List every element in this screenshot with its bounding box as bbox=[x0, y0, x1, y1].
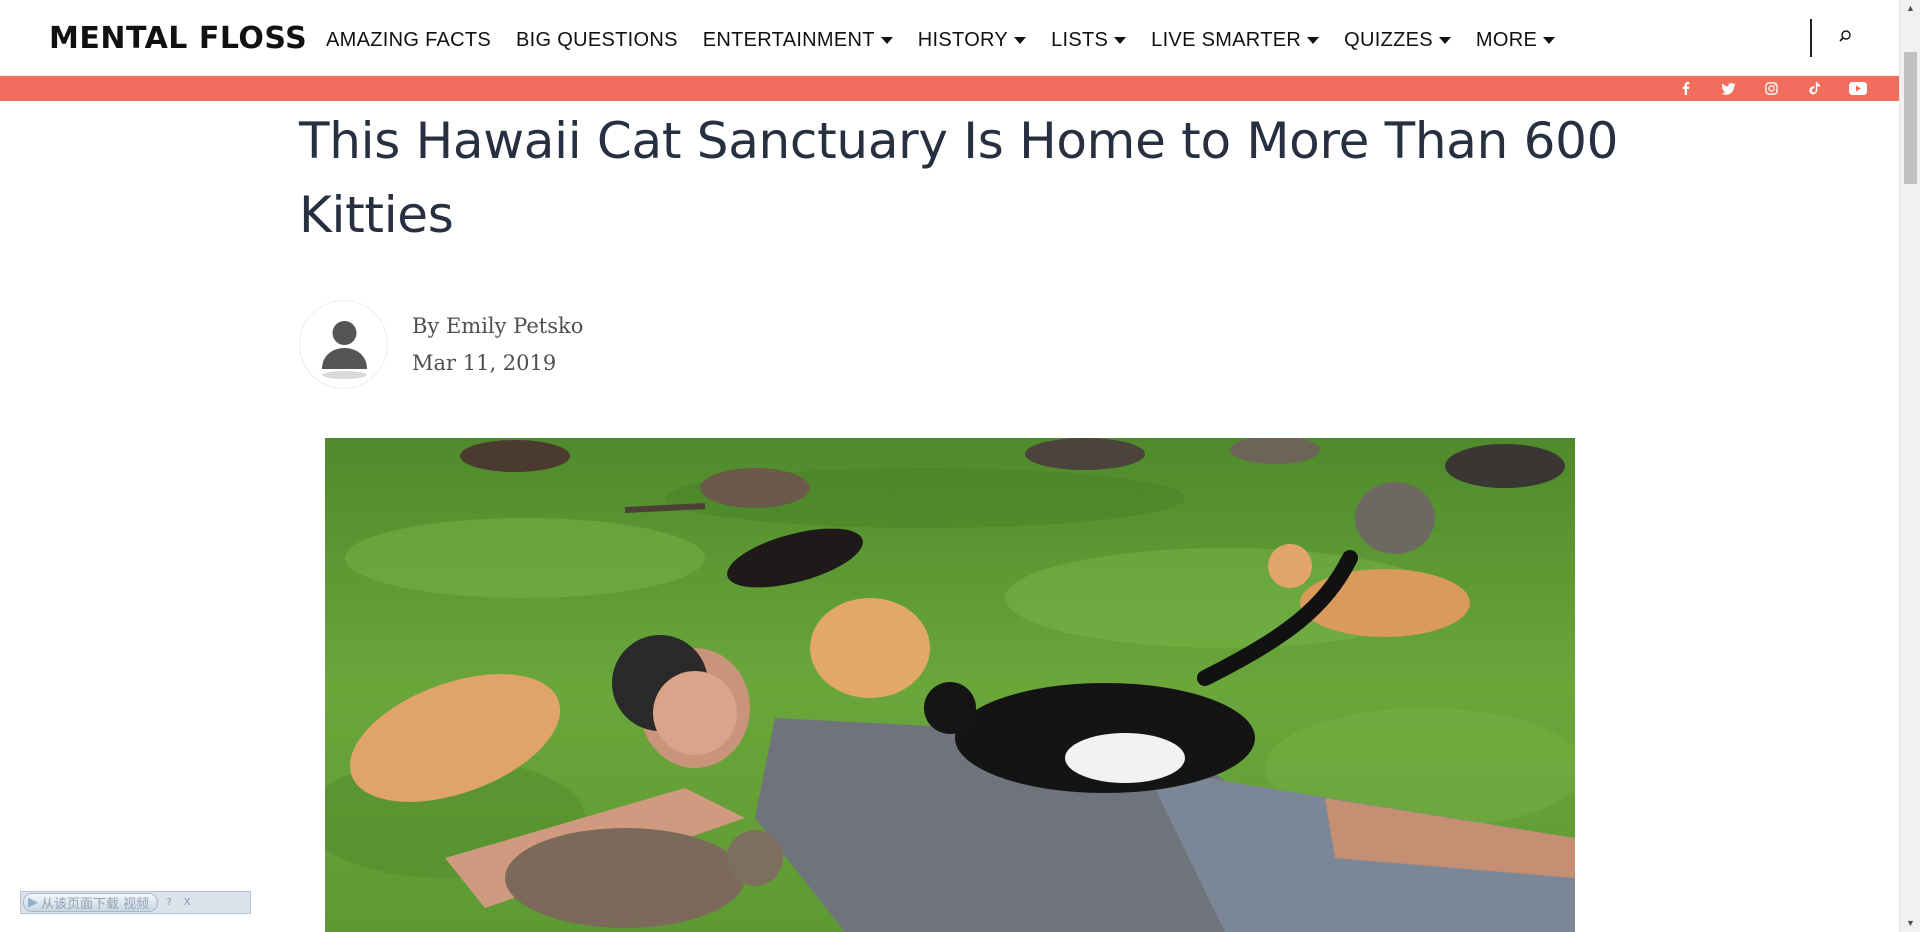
nav-item-entertainment[interactable]: ENTERTAINMENT bbox=[703, 29, 893, 52]
nav-item-quizzes[interactable]: QUIZZES bbox=[1344, 29, 1451, 52]
article-title: This Hawaii Cat Sanctuary Is Home to Mor… bbox=[299, 112, 1619, 244]
main-nav: AMAZING FACTS BIG QUESTIONS ENTERTAINMEN… bbox=[326, 25, 1580, 55]
play-icon: ▶ bbox=[28, 895, 38, 910]
nav-item-label: LIVE SMARTER bbox=[1151, 28, 1302, 51]
social-links bbox=[1664, 79, 1879, 98]
scroll-thumb[interactable] bbox=[1904, 52, 1917, 184]
site-header: MENTAL FLOSS AMAZING FACTS BIG QUESTIONS… bbox=[0, 0, 1899, 76]
caret-down-icon bbox=[1014, 37, 1027, 44]
video-download-bar: ▶ 从该页面下载 视频 ? X bbox=[20, 891, 251, 914]
article-byline[interactable]: By Emily Petsko bbox=[412, 311, 583, 341]
page-scrollbar[interactable]: ▲ ▼ bbox=[1899, 0, 1920, 932]
nav-item-live-smarter[interactable]: LIVE SMARTER bbox=[1151, 28, 1320, 52]
twitter-icon[interactable] bbox=[1707, 79, 1750, 98]
nav-item-label: BIG QUESTIONS bbox=[516, 28, 678, 51]
nav-item-label: QUIZZES bbox=[1344, 28, 1433, 51]
scroll-up-arrow-icon[interactable]: ▲ bbox=[1900, 0, 1920, 17]
instagram-icon[interactable] bbox=[1750, 79, 1793, 98]
caret-down-icon bbox=[1438, 37, 1451, 44]
nav-item-label: HISTORY bbox=[917, 28, 1009, 51]
tiktok-icon[interactable] bbox=[1793, 79, 1836, 98]
caret-down-icon bbox=[1307, 37, 1320, 44]
author-avatar[interactable] bbox=[299, 300, 388, 389]
nav-item-amazing-facts[interactable]: AMAZING FACTS bbox=[326, 29, 491, 52]
social-bar bbox=[0, 76, 1899, 101]
nav-item-big-questions[interactable]: BIG QUESTIONS bbox=[516, 29, 678, 52]
nav-item-history[interactable]: HISTORY bbox=[917, 28, 1027, 52]
caret-down-icon bbox=[1114, 37, 1127, 44]
nav-item-label: LISTS bbox=[1051, 28, 1109, 51]
hero-image bbox=[325, 438, 1575, 932]
nav-item-label: MORE bbox=[1475, 28, 1538, 51]
youtube-icon[interactable] bbox=[1836, 79, 1879, 98]
nav-divider bbox=[1810, 19, 1812, 57]
caret-down-icon bbox=[880, 37, 893, 44]
site-logo[interactable]: MENTAL FLOSS bbox=[49, 20, 307, 58]
nav-item-lists[interactable]: LISTS bbox=[1051, 28, 1127, 52]
nav-item-label: AMAZING FACTS bbox=[326, 28, 492, 51]
scroll-down-arrow-icon[interactable]: ▼ bbox=[1900, 915, 1920, 932]
nav-item-label: ENTERTAINMENT bbox=[702, 28, 875, 51]
article-date: Mar 11, 2019 bbox=[412, 351, 557, 375]
search-icon[interactable] bbox=[1835, 28, 1855, 48]
download-video-button[interactable]: ▶ 从该页面下载 视频 bbox=[23, 893, 159, 912]
close-icon[interactable]: X bbox=[180, 896, 194, 910]
facebook-icon[interactable] bbox=[1664, 79, 1707, 98]
download-video-label: 从该页面下载 视频 bbox=[41, 897, 150, 912]
help-icon[interactable]: ? bbox=[162, 896, 176, 910]
caret-down-icon bbox=[1543, 37, 1556, 44]
nav-item-more[interactable]: MORE bbox=[1475, 28, 1556, 52]
